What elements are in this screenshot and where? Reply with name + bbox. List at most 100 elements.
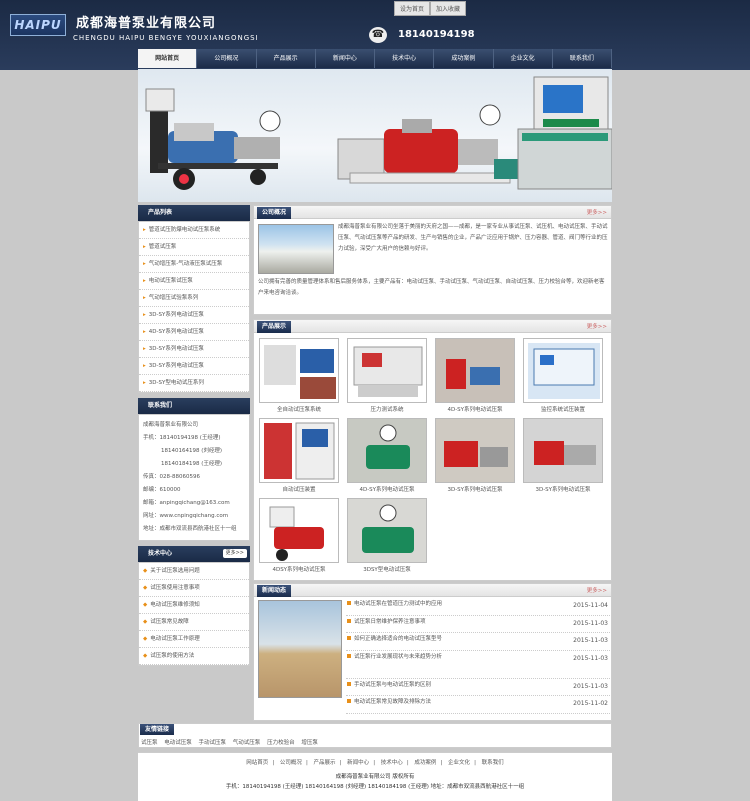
nav-products[interactable]: 产品展示 [257, 49, 316, 68]
list-item[interactable]: ▸ 3D-SY系列电动试压泵 [139, 341, 249, 358]
list-item[interactable]: ▸ 管道试压防爆电动试压泵系统 [139, 222, 249, 239]
product-card[interactable]: 3D-SY系列电动试压泵 [523, 418, 603, 493]
bullet-icon: ◆ [143, 602, 148, 608]
list-item[interactable]: ◆ 试压泵常见故障 [139, 614, 249, 631]
products-header: 产品展示 更多>> [254, 320, 611, 333]
friend-link[interactable]: 手动试压泵 [199, 740, 227, 746]
product-card[interactable]: 4D-SY系列电动试压泵 [347, 418, 427, 493]
news-item[interactable]: 电动试压泵在管道压力测试中的应用 2015-11-04 [346, 598, 610, 616]
product-caption: 3D-SY系列电动试压泵 [447, 487, 503, 493]
products-more-link[interactable]: 更多>> [587, 322, 607, 330]
list-item[interactable]: ▸ 3D-SY系列电动试压泵 [139, 307, 249, 324]
friend-link[interactable]: 电动试压泵 [164, 740, 192, 746]
product-image [435, 338, 515, 403]
news-item[interactable]: 试压泵日常维护保养注意事项 2015-11-03 [346, 616, 610, 633]
product-card[interactable]: 4DSY系列电动试压泵 [259, 498, 339, 573]
nav-news[interactable]: 新闻中心 [316, 49, 375, 68]
nav-tech[interactable]: 技术中心 [375, 49, 435, 68]
list-item[interactable]: ▸ 3D-SY型电动试压系列 [139, 375, 249, 392]
contact-header: 联系我们 [138, 398, 250, 414]
friend-link[interactable]: 气动试压泵 [233, 740, 261, 746]
nav-cases[interactable]: 成功案例 [434, 49, 494, 68]
news-image [258, 600, 342, 698]
bullet-icon: ◆ [143, 653, 148, 659]
product-card[interactable]: 监控系统试压装置 [523, 338, 603, 413]
news-item[interactable]: 手动试压泵与电动试压泵的区别 2015-11-03 [346, 679, 610, 696]
footer-link[interactable]: 公司概况 [280, 760, 302, 766]
news-title: 新闻动态 [257, 585, 292, 597]
bullet-icon: ◆ [143, 568, 148, 574]
product-card[interactable]: 3D-SY系列电动试压泵 [435, 418, 515, 493]
product-caption: 4D-SY系列电动试压泵 [447, 407, 503, 413]
product-card[interactable]: 4D-SY系列电动试压泵 [435, 338, 515, 413]
news-more-link[interactable]: 更多>> [587, 586, 607, 594]
links-title: 友情链接 [140, 724, 175, 735]
product-caption: 监控系统试压装置 [540, 407, 585, 413]
bullet-icon: ◆ [143, 619, 148, 625]
product-card[interactable]: 全自动试压泵系统 [259, 338, 339, 413]
bullet-icon [347, 636, 351, 640]
bullet-icon: ◆ [143, 636, 148, 642]
products-title: 产品展示 [257, 321, 292, 333]
list-item[interactable]: ◆ 电动试压泵工作原理 [139, 631, 249, 648]
product-card[interactable]: 3DSY型电动试压泵 [347, 498, 427, 573]
list-item[interactable]: ▸ 4D-SY系列电动试压泵 [139, 324, 249, 341]
products-section: 产品展示 更多>> 全自动试压泵系统 压力测试系统 4D-SY系列电动试压泵 监… [253, 319, 612, 581]
nav-about[interactable]: 公司概况 [197, 49, 257, 68]
nav-home[interactable]: 网站首页 [138, 49, 198, 68]
bullet-icon [347, 681, 351, 686]
bullet-icon: ▸ [143, 363, 146, 369]
footer-copyright: 成都海普泵业有限公司 版权所有 [335, 774, 415, 780]
footer-link[interactable]: 产品展示 [314, 760, 336, 766]
list-item[interactable]: ▸ 电动试压泵试压泵 [139, 273, 249, 290]
product-caption: 3DSY型电动试压泵 [363, 567, 411, 573]
product-caption: 压力测试系统 [370, 407, 404, 413]
company-building-image [258, 224, 334, 274]
product-card[interactable]: 压力测试系统 [347, 338, 427, 413]
footer-link[interactable]: 网站首页 [246, 760, 268, 766]
news-item[interactable]: 试压泵行业发展现状与未来趋势分析 2015-11-03 [346, 651, 610, 679]
footer-link[interactable]: 新闻中心 [347, 760, 369, 766]
bullet-icon [347, 601, 351, 605]
product-card[interactable]: 自动试压装置 [259, 418, 339, 493]
footer-contact: 手机：18140194198 (王经理) 18140164198 (刘经理) 1… [225, 784, 525, 790]
footer-link[interactable]: 联系我们 [482, 760, 504, 766]
footer-link[interactable]: 成功案例 [414, 760, 436, 766]
footer-link[interactable]: 技术中心 [381, 760, 403, 766]
nav-contact[interactable]: 联系我们 [553, 49, 612, 68]
company-logo[interactable]: HAIPU [10, 14, 66, 36]
friend-link[interactable]: 试压泵 [141, 740, 158, 746]
main-nav: 网站首页 公司概况 产品展示 新闻中心 技术中心 成功案例 企业文化 联系我们 [138, 49, 612, 68]
banner-machines-image [145, 76, 612, 190]
nav-culture[interactable]: 企业文化 [494, 49, 553, 68]
tech-more-link[interactable]: 更多>> [222, 549, 247, 558]
friend-link[interactable]: 压力校验台 [267, 740, 295, 746]
news-item[interactable]: 如何正确选择适合的电动试压泵型号 2015-11-03 [346, 633, 610, 651]
contact-email[interactable]: 邮箱：anpingqichang@163.com [143, 497, 245, 510]
friend-link[interactable]: 增压泵 [301, 740, 318, 746]
product-image [523, 338, 603, 403]
bullet-icon: ▸ [143, 227, 146, 233]
list-item[interactable]: ▸ 气动增压泵-气动液压泵试压泵 [139, 256, 249, 273]
bullet-icon [347, 699, 351, 703]
news-item[interactable]: 电动试压泵常见故障及排除方法 2015-11-02 [346, 696, 610, 714]
list-item[interactable]: ▸ 管道试压泵 [139, 239, 249, 256]
about-more-link[interactable]: 更多>> [587, 208, 607, 216]
list-item[interactable]: ◆ 电动试压泵维修须知 [139, 597, 249, 614]
bullet-icon: ▸ [143, 346, 146, 352]
list-item[interactable]: ◆ 试压泵的使用方法 [139, 648, 249, 665]
contact-phone-1: 手机：18140194198 (王经理) [143, 435, 221, 441]
list-item[interactable]: ▸ 3D-SY系列电动试压泵 [139, 358, 249, 375]
footer-link[interactable]: 企业文化 [448, 760, 470, 766]
product-caption: 3D-SY系列电动试压泵 [535, 487, 591, 493]
list-item[interactable]: ▸ 气动增压试验泵系列 [139, 290, 249, 307]
product-image [523, 418, 603, 483]
tech-header: 技术中心 更多>> [138, 546, 250, 562]
list-item[interactable]: ◆ 关于试压泵选用问题 [139, 563, 249, 580]
product-image [347, 338, 427, 403]
friend-links: 友情链接 试压泵 电动试压泵 手动试压泵 气动试压泵 压力校验台 增压泵 [138, 723, 612, 748]
bullet-icon [347, 618, 351, 623]
list-item[interactable]: ◆ 试压泵使用注意事项 [139, 580, 249, 597]
bullet-icon: ▸ [143, 329, 146, 335]
contact-website[interactable]: 网址：www.cnpingqichang.com [143, 510, 245, 523]
